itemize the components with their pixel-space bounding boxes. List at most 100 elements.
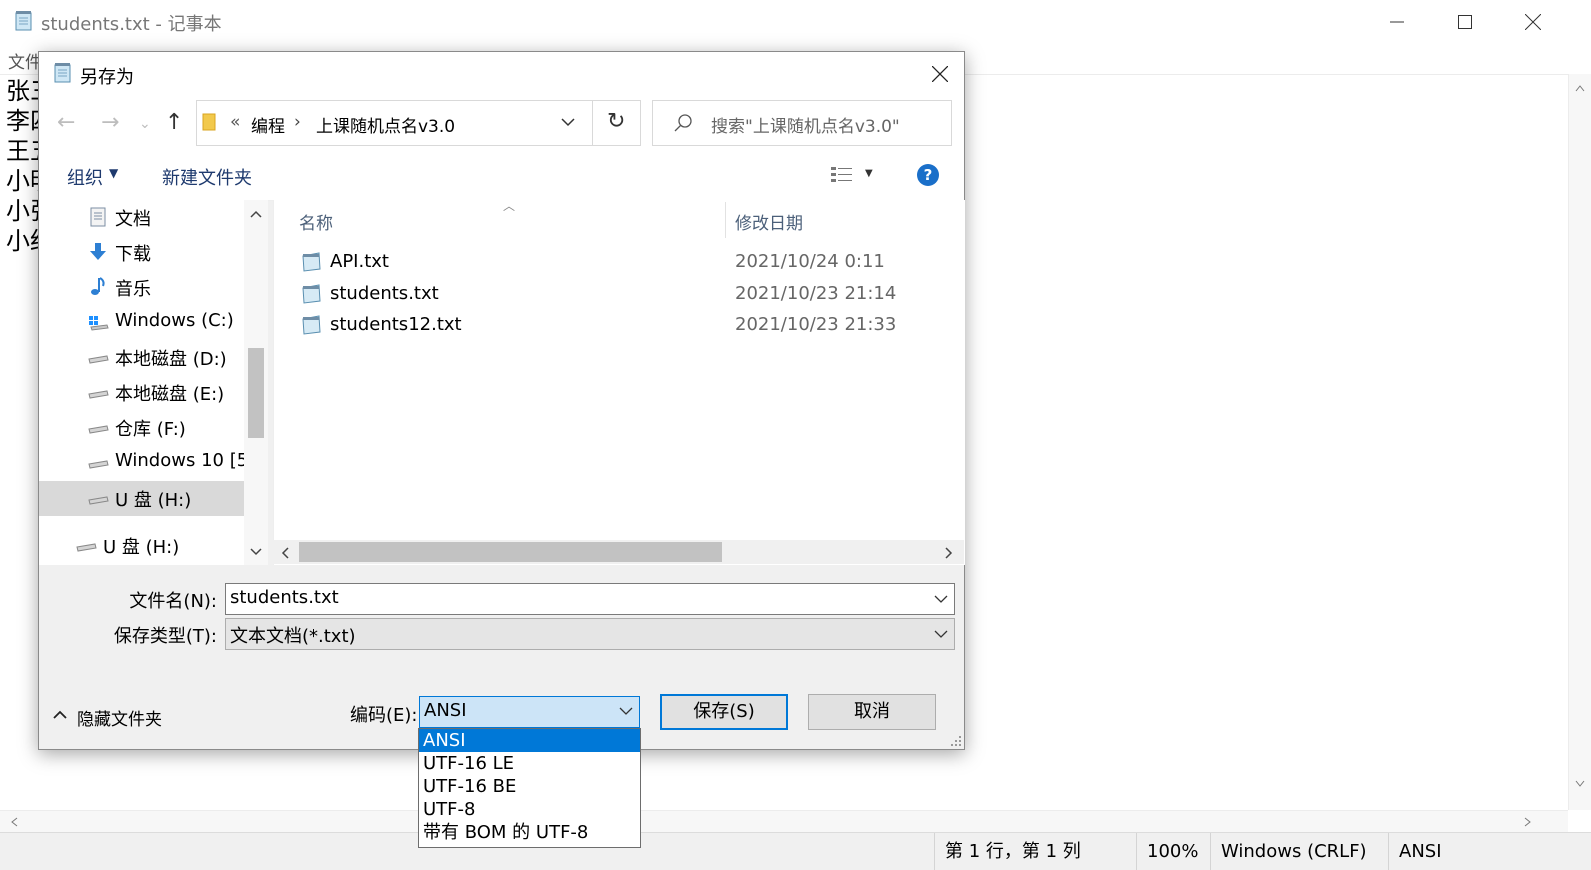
chevron-down-icon[interactable] [934,591,948,609]
dialog-close-button[interactable] [916,52,964,96]
scroll-left-icon[interactable] [10,817,18,827]
hide-folders-toggle[interactable]: 隐藏文件夹 [53,704,173,730]
encoding-option[interactable]: 带有 BOM 的 UTF-8 [419,821,640,844]
nav-item-drive-e[interactable]: 本地磁盘 (E:) [39,375,244,410]
column-header-name[interactable]: 名称 [299,209,333,234]
nav-item-drive-f[interactable]: 仓库 (F:) [39,410,244,445]
chevron-down-icon[interactable] [561,117,575,127]
nav-item-usb-drive-h-root[interactable]: U 盘 (H:) [39,528,244,563]
nav-item-downloads[interactable]: 下载 [39,235,244,270]
scroll-down-icon[interactable] [250,548,262,556]
help-icon[interactable]: ? [917,164,939,186]
drive-icon [88,355,109,364]
resize-grip-icon[interactable] [950,735,962,747]
nav-item-label: U 盘 (H:) [103,537,180,558]
status-bar: 第 1 行，第 1 列 100% Windows (CRLF) ANSI [0,832,1591,870]
divider [592,101,593,145]
horizontal-scrollbar[interactable] [0,810,1568,833]
nav-item-label: 下载 [115,244,151,265]
dialog-titlebar: 另存为 [39,52,964,96]
nav-item-drive-d[interactable]: 本地磁盘 (D:) [39,340,244,375]
organize-button[interactable]: 组织 [67,164,103,190]
encoding-select[interactable]: ANSI [419,696,640,728]
breadcrumb-item[interactable]: 上课随机点名v3.0 [316,112,455,137]
encoding-option[interactable]: UTF-16 LE [419,752,640,775]
scroll-up-icon[interactable] [250,210,262,218]
save-button[interactable]: 保存(S) [660,694,788,730]
column-header-modified[interactable]: 修改日期 [735,209,803,234]
refresh-icon[interactable]: ↻ [607,109,625,134]
file-row[interactable]: students12.txt 2021/10/23 21:33 [298,310,938,342]
breadcrumb-separator-icon: › [294,112,301,132]
filename-input[interactable]: students.txt [225,583,955,615]
navigation-scrollbar[interactable] [244,200,268,565]
sort-ascending-icon: ︿ [503,199,516,213]
breadcrumb-item[interactable]: 编程 [251,112,285,137]
vertical-scrollbar[interactable] [1568,74,1591,810]
system-drive-icon [89,316,109,331]
documents-icon [90,207,106,227]
file-date: 2021/10/24 0:11 [735,251,885,272]
file-row[interactable]: students.txt 2021/10/23 21:14 [298,279,938,311]
search-icon [674,114,692,132]
view-options-icon[interactable] [831,166,853,184]
file-date: 2021/10/23 21:33 [735,314,897,335]
music-icon [91,277,105,295]
window-title: students.txt - 记事本 [41,14,222,35]
notepad-titlebar: students.txt - 记事本 [0,0,1591,44]
forward-arrow-icon[interactable]: → [101,110,119,135]
encoding-option[interactable]: UTF-16 BE [419,775,640,798]
filetype-select[interactable]: 文本文档(*.txt) [225,618,955,650]
navigation-pane: 文档 下载 音乐 Windows (C:) 本地磁盘 (D:) 本地磁盘 (E:… [39,200,260,565]
chevron-up-icon [53,710,67,719]
scroll-down-icon[interactable] [1575,780,1585,788]
scroll-thumb[interactable] [248,348,264,438]
file-name: students12.txt [330,314,462,335]
close-icon [1525,14,1541,30]
close-window-button[interactable] [1499,0,1567,44]
breadcrumb-overflow[interactable]: « [230,112,240,132]
chevron-down-icon[interactable] [934,626,948,644]
nav-item-label: Windows 10 [51 [115,450,260,471]
new-folder-button[interactable]: 新建文件夹 [162,164,252,190]
up-arrow-icon[interactable]: ↑ [165,110,183,135]
encoding-option[interactable]: ANSI [419,729,640,752]
encoding-option[interactable]: UTF-8 [419,798,640,821]
scroll-left-icon[interactable] [281,547,289,559]
close-icon [932,66,948,82]
file-list-horizontal-scrollbar[interactable] [273,540,964,564]
nav-item-usb-drive-h[interactable]: U 盘 (H:) [39,481,244,516]
status-line-ending: Windows (CRLF) [1210,833,1386,870]
scroll-right-icon[interactable] [1524,817,1532,827]
nav-item-music[interactable]: 音乐 [39,270,244,305]
text-file-icon [302,315,321,335]
encoding-label: 编码(E): [350,705,418,726]
minimize-button[interactable] [1363,0,1431,44]
scroll-up-icon[interactable] [1575,84,1585,92]
drive-icon [88,425,109,434]
encoding-dropdown-list: ANSI UTF-16 LE UTF-16 BE UTF-8 带有 BOM 的 … [418,728,641,848]
file-date: 2021/10/23 21:14 [735,283,897,304]
nav-item-label: Windows (C:) [115,310,234,331]
search-box[interactable]: 搜索"上课随机点名v3.0" [652,100,952,146]
menu-file[interactable]: 文件 [8,48,42,73]
recent-locations-chevron-icon[interactable]: ⌄ [139,116,151,132]
nav-item-documents[interactable]: 文档 [39,200,244,235]
nav-item-drive-c[interactable]: Windows (C:) [39,305,244,340]
filename-value: students.txt [230,587,339,608]
maximize-button[interactable] [1431,0,1499,44]
address-bar[interactable]: « 编程 › 上课随机点名v3.0 ↻ [196,100,641,146]
status-zoom: 100% [1136,833,1211,870]
caret-down-icon[interactable]: ▼ [865,168,873,179]
nav-item-label: 仓库 (F:) [115,419,186,440]
back-arrow-icon[interactable]: ← [57,110,75,135]
scroll-right-icon[interactable] [945,547,953,559]
nav-item-label: 本地磁盘 (E:) [115,384,225,405]
file-row[interactable]: API.txt 2021/10/24 0:11 [298,247,938,279]
cancel-button[interactable]: 取消 [808,694,936,730]
scroll-thumb[interactable] [299,542,722,562]
nav-item-drive-windows10[interactable]: Windows 10 [51 [39,445,260,480]
folder-icon [202,113,216,131]
download-icon [90,243,106,260]
status-encoding: ANSI [1388,833,1549,870]
